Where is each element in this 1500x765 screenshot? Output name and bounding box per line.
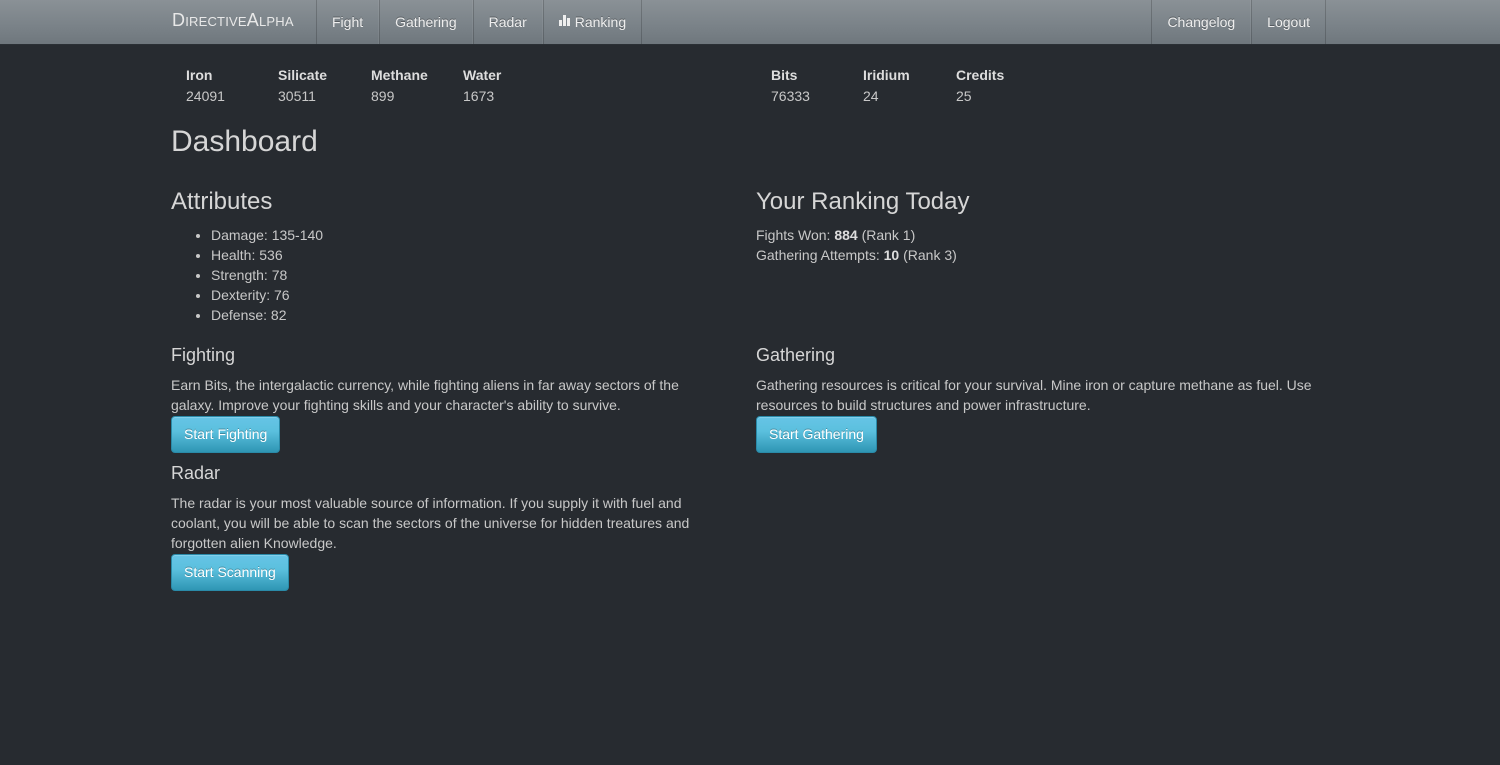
ranking-fights-label: Fights Won:	[756, 227, 835, 243]
ranking-fights-won: Fights Won: 884 (Rank 1)	[756, 225, 915, 245]
navbar-inner: DirectiveAlpha Fight Gathering Radar Ran…	[156, 0, 1326, 45]
resource-iron: Iron 24091	[186, 64, 276, 106]
radar-description: The radar is your most valuable source o…	[171, 495, 690, 551]
resource-label: Water	[463, 67, 502, 83]
nav-item-radar[interactable]: Radar	[472, 0, 543, 44]
resource-value: 25	[956, 88, 972, 104]
start-scanning-button[interactable]: Start Scanning	[171, 554, 289, 591]
attribute-dexterity: Dexterity: 76	[211, 285, 323, 305]
attribute-defense: Defense: 82	[211, 305, 323, 325]
resource-silicate: Silicate 30511	[278, 64, 368, 106]
nav-item-fight[interactable]: Fight	[316, 0, 380, 44]
resource-label: Iridium	[863, 67, 910, 83]
attribute-strength: Strength: 78	[211, 265, 323, 285]
ranking-gathering-label: Gathering Attempts:	[756, 247, 884, 263]
resource-label: Iron	[186, 67, 213, 83]
resource-value: 899	[371, 88, 395, 104]
ranking-gathering-rank: (Rank 3)	[899, 247, 957, 263]
top-navbar: DirectiveAlpha Fight Gathering Radar Ran…	[0, 0, 1500, 45]
attribute-health: Health: 536	[211, 245, 323, 265]
resource-water: Water 1673	[463, 64, 553, 106]
brand-logo[interactable]: DirectiveAlpha	[172, 0, 294, 44]
bar-chart-icon	[558, 14, 571, 26]
attributes-heading: Attributes	[171, 188, 273, 215]
resource-label: Credits	[956, 67, 1005, 83]
nav-item-label: Gathering	[395, 14, 457, 30]
page-title: Dashboard	[171, 125, 318, 158]
resource-label: Bits	[771, 67, 798, 83]
start-fighting-button[interactable]: Start Fighting	[171, 416, 281, 453]
nav-left-menu: Fight Gathering Radar Ranking	[316, 0, 643, 44]
nav-item-changelog[interactable]: Changelog	[1151, 0, 1252, 44]
resource-label: Methane	[371, 67, 428, 83]
fighting-description: Earn Bits, the intergalactic currency, w…	[171, 377, 679, 413]
gathering-heading: Gathering	[756, 345, 836, 365]
ranking-gathering-attempts: Gathering Attempts: 10 (Rank 3)	[756, 245, 957, 265]
nav-item-label: Logout	[1267, 14, 1310, 30]
resource-value: 30511	[278, 88, 316, 104]
gathering-description: Gathering resources is critical for your…	[756, 377, 1312, 413]
nav-item-label: Ranking	[574, 14, 627, 30]
start-gathering-button[interactable]: Start Gathering	[756, 416, 877, 453]
nav-item-gathering[interactable]: Gathering	[379, 0, 473, 44]
fighting-heading: Fighting	[171, 345, 236, 365]
resource-iridium: Iridium 24	[863, 64, 953, 106]
resource-value: 24091	[186, 88, 225, 104]
nav-item-ranking[interactable]: Ranking	[542, 0, 643, 44]
resource-value: 76333	[771, 88, 810, 104]
ranking-gathering-value: 10	[883, 247, 900, 263]
nav-item-label: Changelog	[1167, 14, 1236, 30]
resource-value: 24	[863, 88, 879, 104]
nav-item-logout[interactable]: Logout	[1251, 0, 1326, 44]
resource-bits: Bits 76333	[771, 64, 861, 106]
attribute-damage: Damage: 135-140	[211, 225, 323, 245]
nav-item-label: Radar	[488, 14, 527, 30]
ranking-heading: Your Ranking Today	[756, 188, 970, 215]
resource-label: Silicate	[278, 67, 328, 83]
resource-credits: Credits 25	[956, 64, 1046, 106]
nav-item-label: Fight	[332, 14, 364, 30]
attributes-list: Damage: 135-140 Health: 536 Strength: 78…	[211, 225, 323, 325]
resource-value: 1673	[463, 88, 495, 104]
ranking-fights-rank: (Rank 1)	[857, 227, 916, 243]
radar-heading: Radar	[171, 463, 221, 483]
nav-right-menu: Changelog Logout	[1151, 0, 1326, 44]
resource-methane: Methane 899	[371, 64, 461, 106]
ranking-fights-value: 884	[834, 227, 858, 243]
